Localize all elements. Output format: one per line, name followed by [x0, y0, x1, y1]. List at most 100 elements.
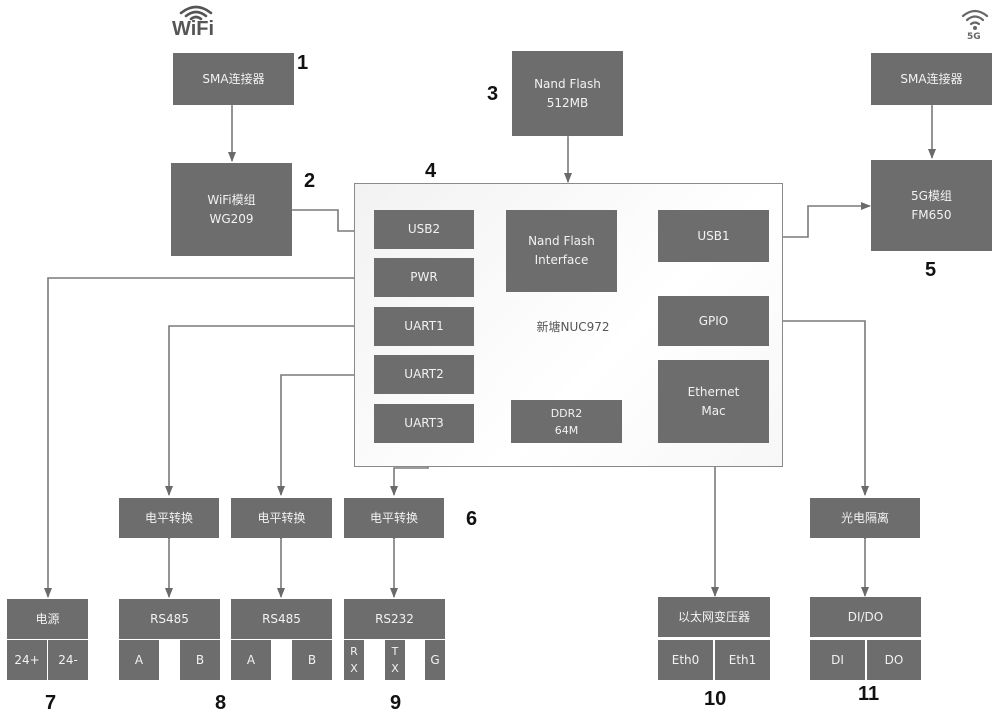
eth1-label: Eth1	[728, 652, 757, 667]
ethernet-transformer: 以太网变压器	[658, 597, 770, 637]
soc-uart1-label: UART1	[404, 319, 444, 333]
label-7: 7	[45, 692, 57, 714]
eth0-label: Eth0	[671, 652, 700, 667]
label-6: 6	[466, 508, 478, 530]
do-label: DO	[884, 652, 904, 667]
rs232: RS232	[344, 599, 445, 639]
rs232-title: RS232	[375, 611, 414, 626]
eth0-port: Eth0	[658, 640, 713, 680]
rs232-pin-tx-t: T	[391, 645, 399, 658]
rs485-2-pin-b-label: B	[307, 652, 317, 667]
rs485-2-pin-a-label: A	[246, 652, 256, 667]
level-shifter-1-label: 电平转换	[144, 510, 193, 525]
di-port: DI	[810, 640, 865, 680]
dido-title: DI/DO	[847, 609, 884, 624]
eth1-port: Eth1	[715, 640, 770, 680]
soc-nand-interface: Nand Flash Interface	[506, 210, 617, 292]
label-2: 2	[304, 170, 316, 192]
soc-gpio-label: GPIO	[698, 313, 729, 328]
rs232-pin-rx: R X	[344, 640, 364, 680]
soc-uart2: UART2	[374, 355, 474, 394]
power-pin-24p-label: 24+	[14, 652, 40, 667]
rs485-2: RS485	[231, 599, 332, 639]
wire-gpio-opto	[763, 317, 869, 496]
rs485-1-pin-a: A	[119, 640, 159, 680]
wire-pwr-power	[44, 277, 374, 598]
soc-uart1: UART1	[374, 307, 474, 346]
rs232-pin-rx-r: R	[350, 645, 358, 658]
power-block: 电源	[7, 599, 88, 639]
signal-5g-icon	[961, 9, 989, 30]
rs485-1: RS485	[119, 599, 220, 639]
nand-flash-chip: Nand Flash 512MB	[512, 51, 623, 136]
power-title: 电源	[35, 611, 60, 626]
wifi-module-name: WiFi模组	[207, 192, 256, 207]
soc-pwr-label: PWR	[410, 270, 438, 284]
rs485-2-pin-a: A	[231, 640, 271, 680]
soc-pwr: PWR	[374, 258, 474, 297]
label-11: 11	[858, 683, 880, 705]
level-shifter-2-label: 电平转换	[257, 510, 306, 525]
wifi-module: WiFi模组 WG209	[171, 163, 292, 256]
soc-uart3-label: UART3	[404, 416, 444, 430]
rs485-2-pin-b: B	[292, 640, 332, 680]
soc-label: 新塘NUC972	[536, 320, 610, 334]
rs485-1-pin-a-label: A	[134, 652, 144, 667]
wifi-module-model: WG209	[209, 211, 254, 226]
soc-ddr2-line1: DDR2	[550, 406, 583, 420]
soc-ethernet-mac: Ethernet Mac	[658, 360, 769, 443]
soc-nand-interface-line1: Nand Flash	[528, 234, 595, 248]
rs232-pin-g: G	[425, 640, 445, 680]
nand-flash-name: Nand Flash	[534, 76, 601, 91]
soc-usb1-label: USB1	[697, 228, 730, 243]
opto-isolator: 光电隔离	[810, 498, 920, 538]
label-8: 8	[215, 692, 227, 714]
wifi-label: WiFi	[172, 18, 215, 40]
power-pin-24n: 24-	[48, 640, 88, 680]
wire-uart1-level1	[165, 322, 381, 496]
level-shifter-2: 电平转换	[231, 498, 332, 538]
sma-connector-right-label: SMA连接器	[900, 71, 963, 86]
do-port: DO	[867, 640, 921, 680]
soc-ethernet-mac-line2: Mac	[701, 403, 726, 418]
rs485-2-title: RS485	[262, 611, 301, 626]
label-1: 1	[297, 52, 309, 74]
rs485-1-pin-b-label: B	[195, 652, 205, 667]
5g-module-model: FM650	[911, 207, 952, 222]
wire-usb1-5g	[763, 202, 871, 241]
sma-connector-left-label: SMA连接器	[202, 71, 265, 86]
sma-connector-right: SMA连接器	[871, 53, 992, 105]
soc-nand-interface-line2: Interface	[534, 253, 589, 267]
opto-isolator-label: 光电隔离	[840, 510, 889, 525]
sma-connector-left: SMA连接器	[173, 53, 294, 105]
label-5: 5	[925, 259, 937, 281]
rs232-pin-tx: T X	[385, 640, 405, 680]
rs485-1-title: RS485	[150, 611, 189, 626]
soc-usb2: USB2	[374, 210, 474, 249]
label-3: 3	[487, 83, 499, 105]
nand-flash-size: 512MB	[546, 95, 589, 110]
soc-ddr2: DDR2 64M	[511, 400, 622, 443]
dido-block: DI/DO	[810, 597, 921, 637]
rs232-pin-tx-x: X	[391, 662, 399, 675]
soc-ddr2-line2: 64M	[554, 423, 579, 437]
label-10: 10	[704, 688, 727, 710]
level-shifter-3-label: 电平转换	[369, 510, 418, 525]
5g-label: 5G	[967, 32, 981, 42]
soc-usb1: USB1	[658, 210, 769, 262]
rs232-pin-rx-x: X	[350, 662, 358, 675]
5g-module: 5G模组 FM650	[871, 160, 992, 251]
ethernet-transformer-title: 以太网变压器	[677, 609, 750, 624]
soc-ethernet-mac-line1: Ethernet	[687, 384, 740, 399]
rs232-pin-g-label: G	[430, 652, 440, 667]
soc-gpio: GPIO	[658, 296, 769, 346]
level-shifter-3: 电平转换	[344, 498, 444, 538]
label-4: 4	[425, 160, 437, 182]
soc-uart3: UART3	[374, 404, 474, 443]
soc-usb2-label: USB2	[407, 222, 441, 236]
level-shifter-1: 电平转换	[119, 498, 219, 538]
5g-module-name: 5G模组	[911, 188, 952, 203]
label-9: 9	[390, 692, 402, 714]
power-pin-24p: 24+	[7, 640, 47, 680]
di-label: DI	[831, 652, 844, 667]
